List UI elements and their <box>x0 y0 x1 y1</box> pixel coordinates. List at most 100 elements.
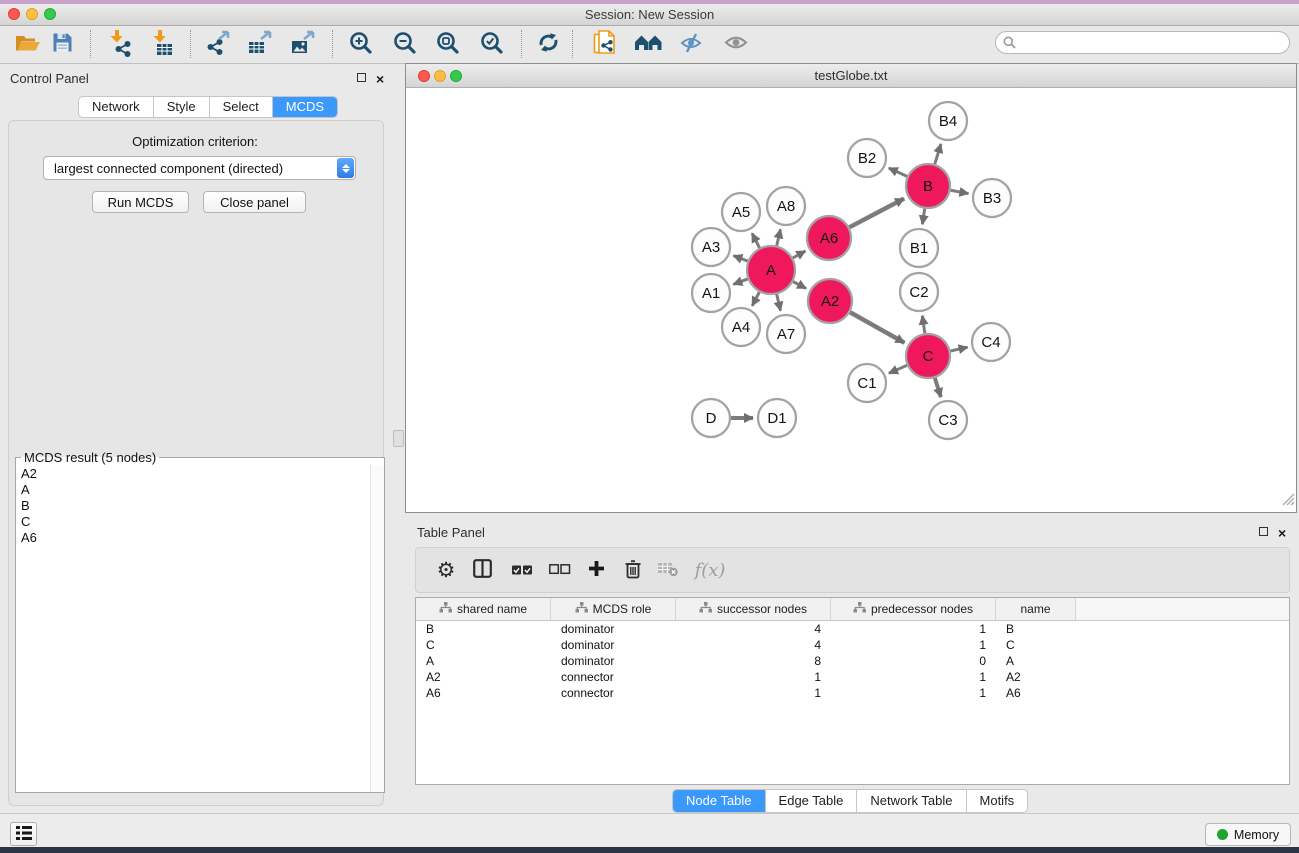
memory-button[interactable]: Memory <box>1205 823 1291 846</box>
tab-network-table[interactable]: Network Table <box>857 790 966 812</box>
import-table-button[interactable] <box>146 27 180 61</box>
float-table-panel-icon[interactable] <box>1259 527 1268 536</box>
mcds-result-box: MCDS result (5 nodes) A2ABCA6 <box>15 450 385 793</box>
toolbar-separator <box>90 30 91 58</box>
show-details-button[interactable] <box>719 27 753 61</box>
save-session-button[interactable] <box>45 27 79 61</box>
delete-table-button[interactable] <box>652 554 684 586</box>
tab-network[interactable]: Network <box>79 97 154 117</box>
hide-details-button[interactable] <box>674 27 708 61</box>
export-network-button[interactable] <box>201 27 235 61</box>
table-row[interactable]: Adominator80A <box>416 653 1289 669</box>
graph-edge-B-B2[interactable] <box>889 168 907 176</box>
column-header-shared-name[interactable]: shared name <box>416 598 551 620</box>
zoom-in-button[interactable] <box>343 27 377 61</box>
close-network-button[interactable] <box>418 70 430 82</box>
graph-node-label: C4 <box>981 334 1000 351</box>
tab-mcds[interactable]: MCDS <box>273 97 337 117</box>
select-all-columns-button[interactable] <box>506 554 538 586</box>
open-file-button[interactable] <box>11 27 45 61</box>
graph-edge-B-B4[interactable] <box>935 144 941 164</box>
export-table-button[interactable] <box>243 27 277 61</box>
zoom-window-button[interactable] <box>44 8 56 20</box>
table-settings-button[interactable]: ⚙ <box>430 554 462 586</box>
float-panel-icon[interactable] <box>357 73 366 82</box>
minimize-network-button[interactable] <box>434 70 446 82</box>
eye-icon <box>724 34 748 54</box>
refresh-view-button[interactable] <box>531 27 565 61</box>
zoom-fit-button[interactable] <box>430 27 464 61</box>
tab-node-table[interactable]: Node Table <box>673 790 766 812</box>
zoom-selected-button[interactable] <box>474 27 508 61</box>
resize-grip-icon[interactable] <box>1282 493 1295 511</box>
select-stepper-icon <box>337 158 354 178</box>
task-history-button[interactable] <box>10 822 37 846</box>
minimize-window-button[interactable] <box>26 8 38 20</box>
criterion-select[interactable]: largest connected component (directed) <box>43 156 356 180</box>
graph-edge-C-C2[interactable] <box>922 316 924 333</box>
run-mcds-button[interactable]: Run MCDS <box>92 191 189 213</box>
column-header-predecessor-nodes[interactable]: predecessor nodes <box>831 598 996 620</box>
panel-splitter-handle[interactable] <box>393 430 404 447</box>
mcds-result-item[interactable]: A <box>21 482 384 498</box>
column-header-successor-nodes[interactable]: successor nodes <box>676 598 831 620</box>
export-image-button[interactable] <box>286 27 320 61</box>
table-row[interactable]: A2connector11A2 <box>416 669 1289 685</box>
columns-icon <box>473 559 492 581</box>
table-row[interactable]: Bdominator41B <box>416 621 1289 637</box>
graph-edge-C-C3[interactable] <box>935 378 941 397</box>
mcds-result-item[interactable]: A6 <box>21 530 384 546</box>
graph-edge-A-A4[interactable] <box>752 292 759 306</box>
close-panel-button[interactable]: Close panel <box>203 191 306 213</box>
close-table-panel-icon[interactable]: × <box>1278 527 1286 539</box>
tab-edge-table[interactable]: Edge Table <box>766 790 858 812</box>
close-window-button[interactable] <box>8 8 20 20</box>
column-header-name[interactable]: name <box>996 598 1076 620</box>
graph-edge-A-A2[interactable] <box>793 282 806 289</box>
tab-motifs[interactable]: Motifs <box>967 790 1028 812</box>
graph-edge-B-B1[interactable] <box>922 209 924 224</box>
result-scrollbar[interactable] <box>370 465 384 792</box>
network-canvas[interactable]: B4B2BB3A5A8A6B1A3AA1C2A2A4A7C4CC1C3DD1 <box>406 88 1296 512</box>
graph-edge-A-A8[interactable] <box>777 229 781 245</box>
graph-edge-A-A5[interactable] <box>752 233 759 247</box>
graph-edge-A-A1[interactable] <box>733 279 747 284</box>
column-layout-button[interactable] <box>466 554 498 586</box>
graph-edge-A-A3[interactable] <box>733 256 747 261</box>
graph-edge-C-C1[interactable] <box>889 365 907 373</box>
mcds-result-item[interactable]: C <box>21 514 384 530</box>
delete-row-button[interactable] <box>617 554 649 586</box>
cell-mcds-role: dominator <box>551 654 676 668</box>
network-file-button[interactable] <box>588 27 622 61</box>
add-row-button[interactable] <box>580 554 612 586</box>
graph-edge-A-A6[interactable] <box>793 251 805 258</box>
graph-edge-A-A7[interactable] <box>777 294 781 310</box>
column-header-mcds-role[interactable]: MCDS role <box>551 598 676 620</box>
graph-edge-A6-B[interactable] <box>849 199 904 228</box>
network-graph[interactable]: B4B2BB3A5A8A6B1A3AA1C2A2A4A7C4CC1C3DD1 <box>406 88 1296 512</box>
maximize-network-button[interactable] <box>450 70 462 82</box>
graph-edge-B-B3[interactable] <box>951 190 969 193</box>
mcds-result-item[interactable]: A2 <box>21 466 384 482</box>
graph-edge-C-C4[interactable] <box>950 347 967 351</box>
table-row[interactable]: A6connector11A6 <box>416 685 1289 701</box>
search-icon <box>1003 36 1016 49</box>
search-input[interactable] <box>1020 33 1281 53</box>
search-field[interactable] <box>995 31 1290 54</box>
graph-node-label: A5 <box>732 204 750 221</box>
hierarchy-icon <box>699 602 712 616</box>
home-button[interactable] <box>631 27 665 61</box>
tab-select[interactable]: Select <box>210 97 273 117</box>
import-network-button[interactable] <box>103 27 137 61</box>
close-panel-icon[interactable]: × <box>376 73 384 85</box>
cell-mcds-role: connector <box>551 686 676 700</box>
toolbar-separator <box>190 30 191 58</box>
zoom-out-button[interactable] <box>387 27 421 61</box>
table-row[interactable]: Cdominator41C <box>416 637 1289 653</box>
mcds-result-item[interactable]: B <box>21 498 384 514</box>
function-builder-button[interactable]: f(x) <box>688 554 732 586</box>
control-panel-title: Control Panel <box>10 71 89 86</box>
tab-style[interactable]: Style <box>154 97 210 117</box>
graph-edge-A2-C[interactable] <box>850 312 904 343</box>
deselect-all-columns-button[interactable] <box>544 554 576 586</box>
